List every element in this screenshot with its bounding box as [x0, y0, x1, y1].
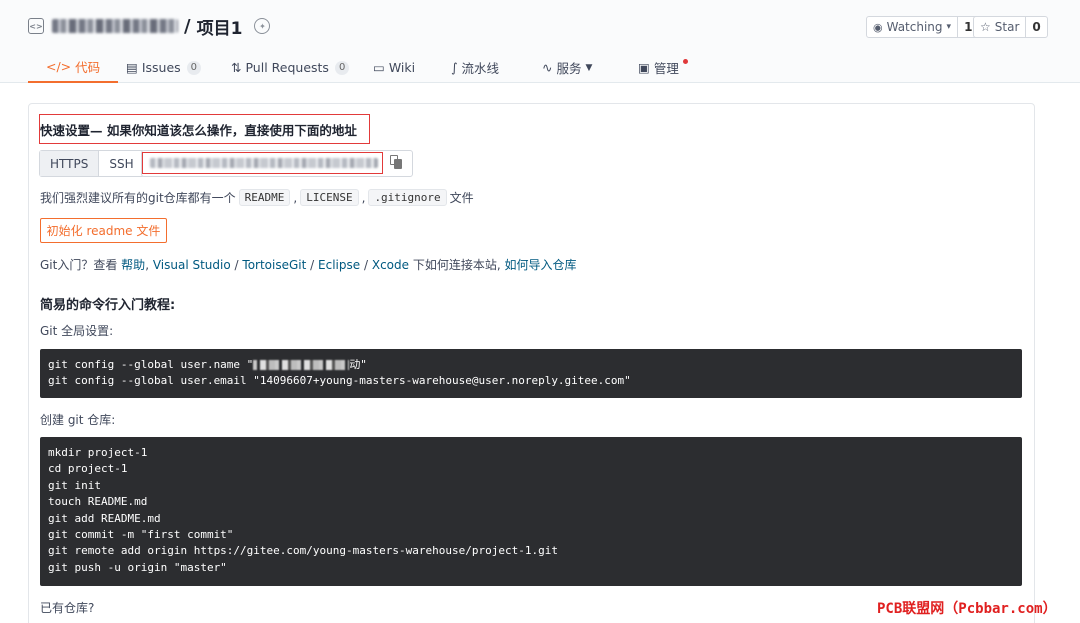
tab-code-label: 代码 — [75, 60, 101, 75]
comma-2: , — [361, 190, 366, 205]
git-intro-prefix: Git入门？查看 — [40, 258, 118, 272]
quick-setup-title: 快速设置— 如果你知道该怎么操作，直接使用下面的地址 — [40, 123, 357, 138]
tab-manage[interactable]: ▣ 管理 — [638, 52, 688, 83]
tab-manage-label: 管理 — [653, 61, 679, 76]
notification-dot — [682, 59, 688, 64]
create-repo-label: 创建 git 仓库: — [40, 413, 116, 427]
title-separator: / — [184, 15, 191, 37]
ssh-button[interactable]: SSH — [99, 151, 143, 176]
pull-requests-count: 0 — [334, 60, 350, 75]
git-intro-text: Git入门？查看 帮助, Visual Studio / TortoiseGit… — [40, 256, 577, 273]
tab-wiki-label: Wiki — [388, 60, 416, 75]
tab-service-label: 服务 — [556, 61, 582, 76]
eclipse-link[interactable]: Eclipse — [318, 258, 360, 272]
star-button-group: ☆ Star 0 — [973, 16, 1048, 38]
readme-chip: README — [238, 189, 291, 206]
watch-label: Watching — [886, 20, 943, 34]
sep-slash: / — [310, 258, 315, 272]
username-blurred — [253, 360, 350, 370]
code-icon: </> — [46, 59, 72, 74]
sep-slash: / — [234, 258, 239, 272]
watermark: PCB联盟网（Pcbbar.com） — [877, 601, 1057, 617]
tab-issues[interactable]: ▤ Issues 0 — [126, 52, 202, 83]
tab-service[interactable]: ∿ 服务 ▼ — [542, 52, 592, 83]
protocol-switch: HTTPS SSH — [39, 150, 145, 177]
star-icon: ☆ — [980, 20, 991, 34]
eye-icon: ◉ — [873, 20, 883, 34]
watch-button-group: ◉ Watching ▾ 1 — [866, 16, 980, 38]
star-label: Star — [994, 20, 1020, 34]
repo-header: <> / 项目1 ✦ ◉ Watching ▾ 1 ☆ Star 0 </> 代… — [0, 0, 1080, 83]
tab-pull-requests-label: Pull Requests — [245, 60, 329, 75]
code-line-name-prefix: git config --global user.name " — [48, 358, 254, 371]
code-line: git init — [48, 478, 101, 492]
repo-title: <> / 项目1 ✦ — [28, 14, 271, 39]
code-line: mkdir project-1 — [48, 446, 148, 459]
code-line: git push -u origin "master" — [48, 560, 227, 574]
sep: , — [145, 258, 150, 272]
chevron-down-icon: ▾ — [946, 22, 952, 32]
tab-pull-requests[interactable]: ⇅ Pull Requests 0 — [231, 52, 350, 83]
global-config-code: git config --global user.name " 动" git co… — [40, 349, 1022, 398]
existing-repo-label: 已有仓库? — [40, 601, 95, 615]
highlight-box-url — [142, 152, 383, 174]
suggestion-text: 我们强烈建议所有的git仓库都有一个 README , LICENSE , .g… — [40, 189, 474, 206]
issues-icon: ▤ — [126, 60, 138, 75]
tab-issues-label: Issues — [141, 60, 181, 75]
create-repo-code: mkdir project-1 cd project-1 git init to… — [40, 437, 1022, 586]
help-link[interactable]: 帮助 — [121, 258, 145, 272]
issues-count: 0 — [186, 60, 202, 75]
copy-icon[interactable] — [390, 155, 404, 170]
chevron-down-icon: ▼ — [585, 62, 593, 73]
code-line-name-suffix: 动" — [349, 358, 367, 371]
suggestion-prefix: 我们强烈建议所有的git仓库都有一个 — [40, 191, 236, 205]
tab-code[interactable]: </> 代码 — [28, 52, 119, 83]
xcode-link[interactable]: Xcode — [372, 258, 409, 272]
gitignore-chip: .gitignore — [368, 189, 447, 206]
init-readme-button[interactable]: 初始化 readme 文件 — [40, 218, 167, 243]
code-repo-icon: <> — [28, 18, 44, 34]
tab-wiki[interactable]: ▭ Wiki — [373, 52, 415, 83]
suggestion-suffix: 文件 — [449, 191, 474, 205]
code-line: git commit -m "first commit" — [48, 528, 234, 542]
code-line: touch README.md — [48, 495, 148, 509]
star-count[interactable]: 0 — [1026, 17, 1046, 37]
import-repo-link[interactable]: 如何导入仓库 — [505, 258, 577, 272]
owner-name-blurred[interactable] — [52, 19, 178, 33]
sep-slash: / — [363, 258, 369, 272]
visual-studio-link[interactable]: Visual Studio — [153, 258, 231, 272]
code-line: git config --global user.email "14096607… — [48, 374, 631, 388]
service-icon: ∿ — [542, 60, 553, 75]
manage-icon: ▣ — [638, 60, 650, 75]
tab-pipeline[interactable]: ∫ 流水线 — [451, 52, 499, 83]
tortoisegit-link[interactable]: TortoiseGit — [242, 258, 306, 272]
code-line: git remote add origin https://gitee.com/… — [48, 544, 558, 558]
code-line: cd project-1 — [48, 462, 128, 476]
repo-badge-icon: ✦ — [254, 18, 271, 34]
comma-1: , — [293, 190, 298, 205]
pull-request-icon: ⇅ — [231, 60, 242, 75]
pipeline-icon: ∫ — [451, 60, 458, 75]
license-chip: LICENSE — [300, 189, 359, 206]
watch-button[interactable]: ◉ Watching ▾ — [867, 17, 959, 37]
https-button[interactable]: HTTPS — [40, 151, 100, 176]
wiki-icon: ▭ — [373, 60, 385, 75]
tutorial-heading: 简易的命令行入门教程: — [40, 298, 176, 313]
git-intro-middle: 下如何连接本站, — [412, 258, 501, 272]
tab-pipeline-label: 流水线 — [461, 61, 500, 76]
repo-name[interactable]: 项目1 — [197, 14, 243, 39]
star-button[interactable]: ☆ Star — [974, 17, 1027, 37]
global-settings-label: Git 全局设置: — [40, 324, 114, 338]
code-line: git add README.md — [48, 511, 161, 525]
code-line: git config --global user.name " 动" — [48, 357, 1014, 373]
